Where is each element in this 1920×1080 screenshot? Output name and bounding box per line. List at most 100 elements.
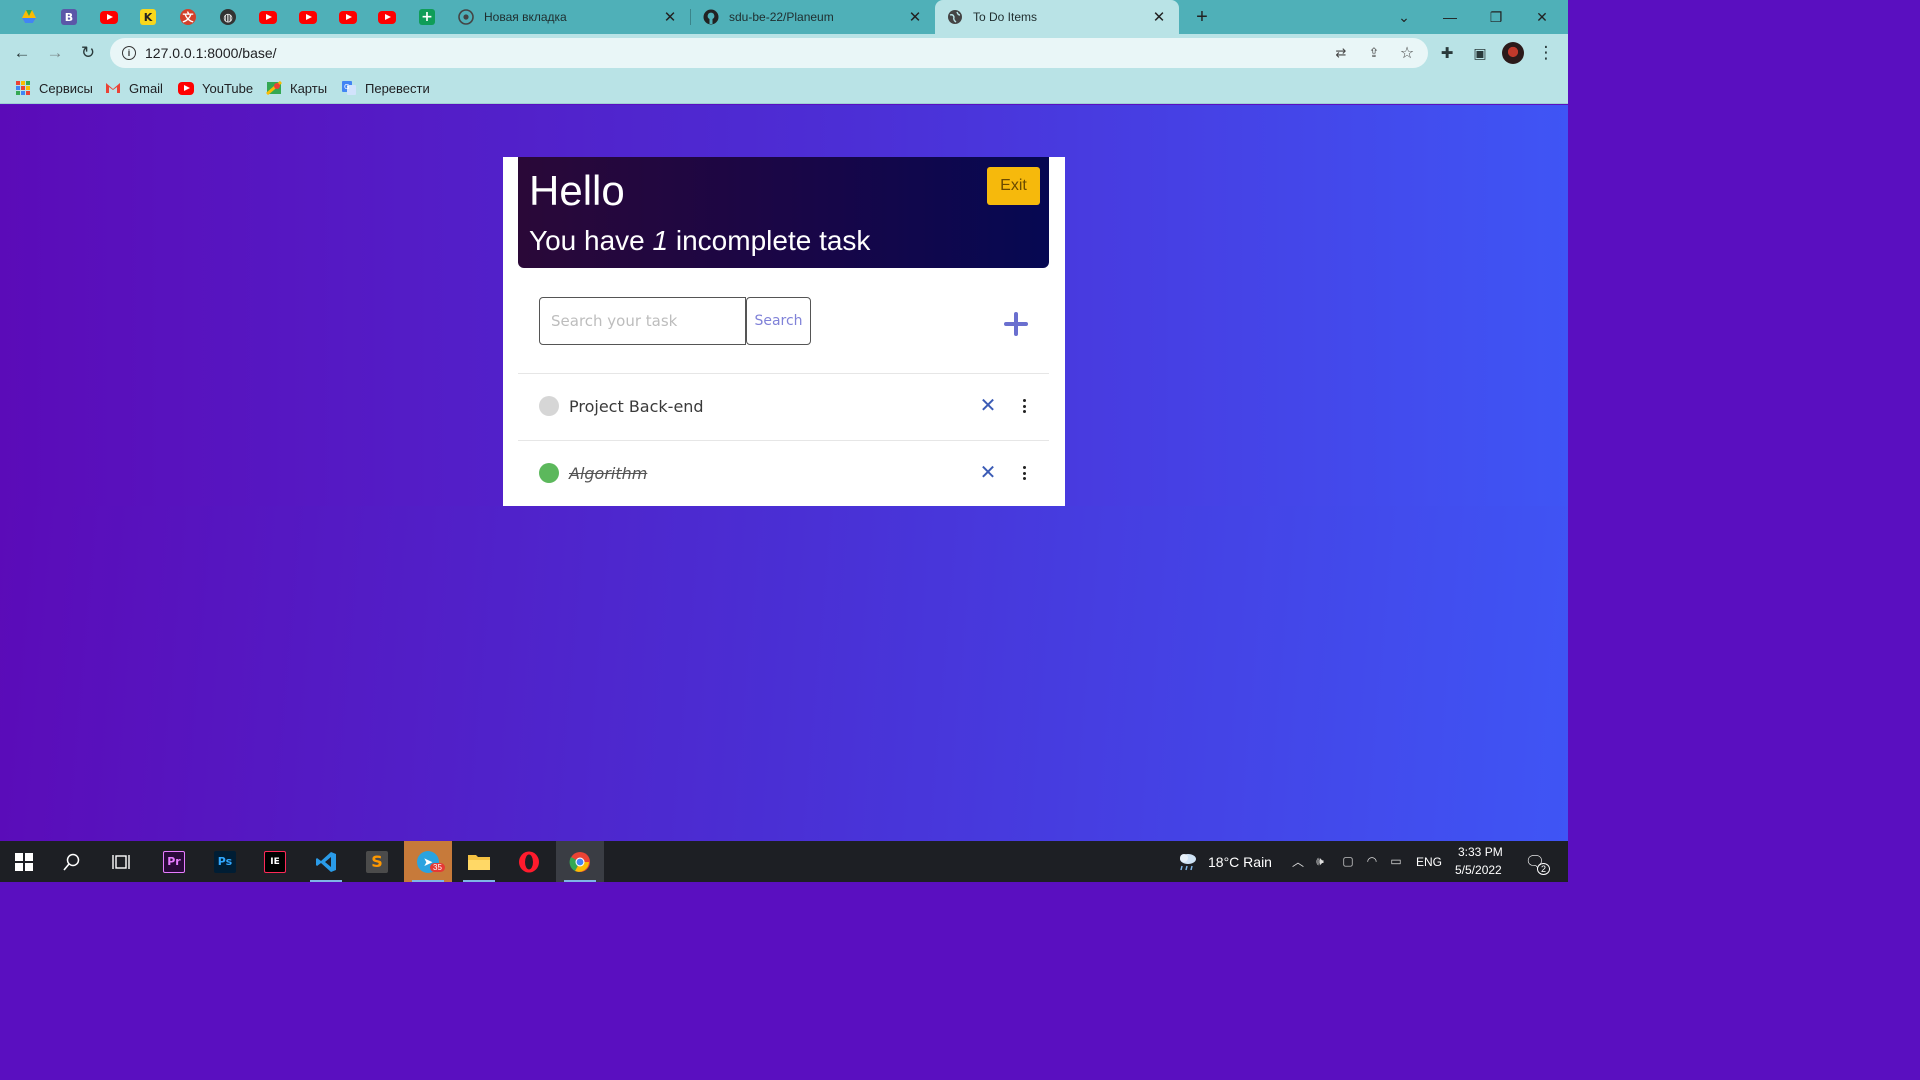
minimize-button[interactable]: — — [1427, 0, 1473, 34]
pinned-tab-drive[interactable] — [17, 5, 41, 29]
task-status-incomplete-icon[interactable] — [539, 396, 559, 416]
bookmark-gmail[interactable]: Gmail — [105, 78, 163, 98]
address-bar[interactable]: i 127.0.0.1:8000/base/ ⇄ ⇪ ☆ — [110, 38, 1428, 68]
delete-task-icon[interactable]: ✕ — [979, 463, 997, 483]
pinned-tab-youtube-5[interactable] — [375, 5, 399, 29]
search-input[interactable] — [539, 297, 746, 345]
taskbar-file-explorer[interactable] — [455, 841, 503, 882]
taskbar-telegram[interactable]: ➤ 35 — [404, 841, 452, 882]
language-indicator[interactable]: ENG — [1416, 855, 1442, 869]
taskbar-premiere[interactable]: Pr — [150, 841, 198, 882]
bookmark-star-icon[interactable]: ☆ — [1398, 44, 1416, 62]
task-view-button[interactable] — [98, 841, 146, 882]
task-view-icon — [112, 854, 130, 869]
volume-icon[interactable]: 🕪 — [1312, 853, 1328, 869]
info-icon[interactable]: i — [122, 46, 136, 60]
profile-avatar[interactable] — [1502, 42, 1524, 64]
summary-prefix: You have — [529, 225, 653, 256]
pinned-tab-youtube-4[interactable] — [336, 5, 360, 29]
youtube-icon — [259, 10, 277, 24]
task-status-complete-icon[interactable] — [539, 463, 559, 483]
tab-github[interactable]: sdu-be-22/Planeum ✕ — [691, 0, 935, 34]
taskbar-sublime[interactable]: S — [353, 841, 401, 882]
start-button[interactable] — [0, 841, 48, 882]
pinned-tab-youtube-3[interactable] — [296, 5, 320, 29]
task-title[interactable]: Project Back-end — [569, 397, 704, 416]
bookmark-translate[interactable]: G Перевести — [341, 78, 430, 98]
battery-icon[interactable]: ▭ — [1388, 853, 1404, 869]
side-panel-button[interactable]: ▣ — [1466, 39, 1494, 67]
taskbar-photoshop[interactable]: Ps — [201, 841, 249, 882]
share-icon[interactable]: ⇪ — [1365, 44, 1383, 62]
bookmark-maps[interactable]: Карты — [266, 78, 327, 98]
pinned-tab-k[interactable]: K — [136, 5, 160, 29]
wifi-icon[interactable]: ◠ — [1364, 853, 1380, 869]
intellij-icon: IE — [264, 850, 286, 873]
close-icon[interactable]: ✕ — [1151, 9, 1167, 26]
pinned-tab-youtube[interactable] — [97, 5, 121, 29]
incomplete-count: 1 — [652, 225, 669, 256]
translate-icon: G — [342, 81, 356, 95]
taskbar-intellij[interactable]: IE — [251, 841, 299, 882]
forward-button[interactable]: → — [41, 39, 69, 67]
taskbar-opera[interactable] — [505, 841, 553, 882]
task-item[interactable]: Algorithm ✕ — [518, 441, 1049, 507]
meet-now-icon[interactable]: ▢ — [1340, 853, 1356, 869]
puzzle-icon: ✚ — [1440, 45, 1454, 62]
os-taskbar: Pr Ps IE S ➤ 35 18°C Rain ︿ 🕪 ▢ ◠ ▭ ENG … — [0, 841, 1568, 882]
close-icon[interactable]: ✕ — [662, 9, 678, 26]
youtube-icon — [339, 10, 357, 24]
bookmark-label: Сервисы — [39, 80, 93, 96]
taskbar-vscode[interactable] — [302, 841, 350, 882]
taskbar-chrome[interactable] — [556, 841, 604, 882]
weather-text[interactable]: 18°C Rain — [1208, 854, 1272, 870]
chevron-up-icon[interactable]: ︿ — [1290, 853, 1306, 869]
tab-search-button[interactable]: ⌄ — [1381, 0, 1427, 34]
reload-button[interactable]: ↻ — [74, 39, 102, 67]
windows-icon — [15, 852, 33, 871]
task-menu-icon[interactable] — [1019, 398, 1029, 414]
pinned-tab-sheets[interactable]: + — [415, 5, 439, 29]
chrome-icon — [458, 9, 474, 25]
task-title[interactable]: Algorithm — [569, 464, 647, 483]
translate-page-icon[interactable]: ⇄ — [1332, 44, 1350, 62]
k-icon: K — [140, 9, 156, 25]
plus-icon: + — [1196, 5, 1208, 28]
page-viewport: Hello You have 1 incomplete task Exit Se… — [0, 105, 1568, 841]
task-item[interactable]: Project Back-end ✕ — [518, 374, 1049, 440]
new-tab-button[interactable]: + — [1190, 5, 1214, 29]
exit-button[interactable]: Exit — [987, 167, 1040, 205]
pinned-tab-globe[interactable]: ◍ — [216, 5, 240, 29]
incomplete-summary: You have 1 incomplete task — [529, 225, 870, 257]
delete-task-icon[interactable]: ✕ — [979, 396, 997, 416]
svg-text:G: G — [344, 83, 349, 91]
apps-grid-icon — [16, 81, 30, 95]
add-task-button[interactable] — [1001, 309, 1031, 339]
pinned-tab-b[interactable]: B — [57, 5, 81, 29]
tab-new-tab[interactable]: Новая вкладка ✕ — [446, 0, 690, 34]
greeting-title: Hello — [529, 167, 625, 214]
search-button[interactable]: Search — [746, 297, 811, 345]
tab-todo-items[interactable]: To Do Items ✕ — [935, 0, 1179, 34]
bookmark-youtube[interactable]: YouTube — [178, 78, 253, 98]
pinned-tab-youtube-2[interactable] — [256, 5, 280, 29]
task-menu-icon[interactable] — [1019, 465, 1029, 481]
restore-button[interactable]: ❐ — [1473, 0, 1519, 34]
close-window-button[interactable]: ✕ — [1519, 0, 1565, 34]
clock-date[interactable]: 5/5/2022 — [1455, 863, 1502, 877]
taskbar-search-button[interactable] — [48, 841, 96, 882]
folder-icon — [468, 854, 490, 870]
browser-menu-button[interactable]: ⋮ — [1532, 39, 1560, 67]
kebab-menu-icon: ⋮ — [1537, 43, 1555, 62]
pinned-tab-translate[interactable]: 文 — [176, 5, 200, 29]
back-button[interactable]: ← — [8, 39, 36, 67]
url-text[interactable]: 127.0.0.1:8000/base/ — [145, 45, 277, 61]
close-icon[interactable]: ✕ — [907, 9, 923, 26]
tab-title: Новая вкладка — [484, 10, 567, 24]
clock-time[interactable]: 3:33 PM — [1458, 845, 1503, 859]
reload-icon: ↻ — [80, 43, 96, 62]
extensions-button[interactable]: ✚ — [1433, 39, 1461, 67]
bookmark-services[interactable]: Сервисы — [15, 78, 93, 98]
github-icon — [703, 9, 719, 25]
weather-rain-icon[interactable] — [1176, 850, 1198, 872]
